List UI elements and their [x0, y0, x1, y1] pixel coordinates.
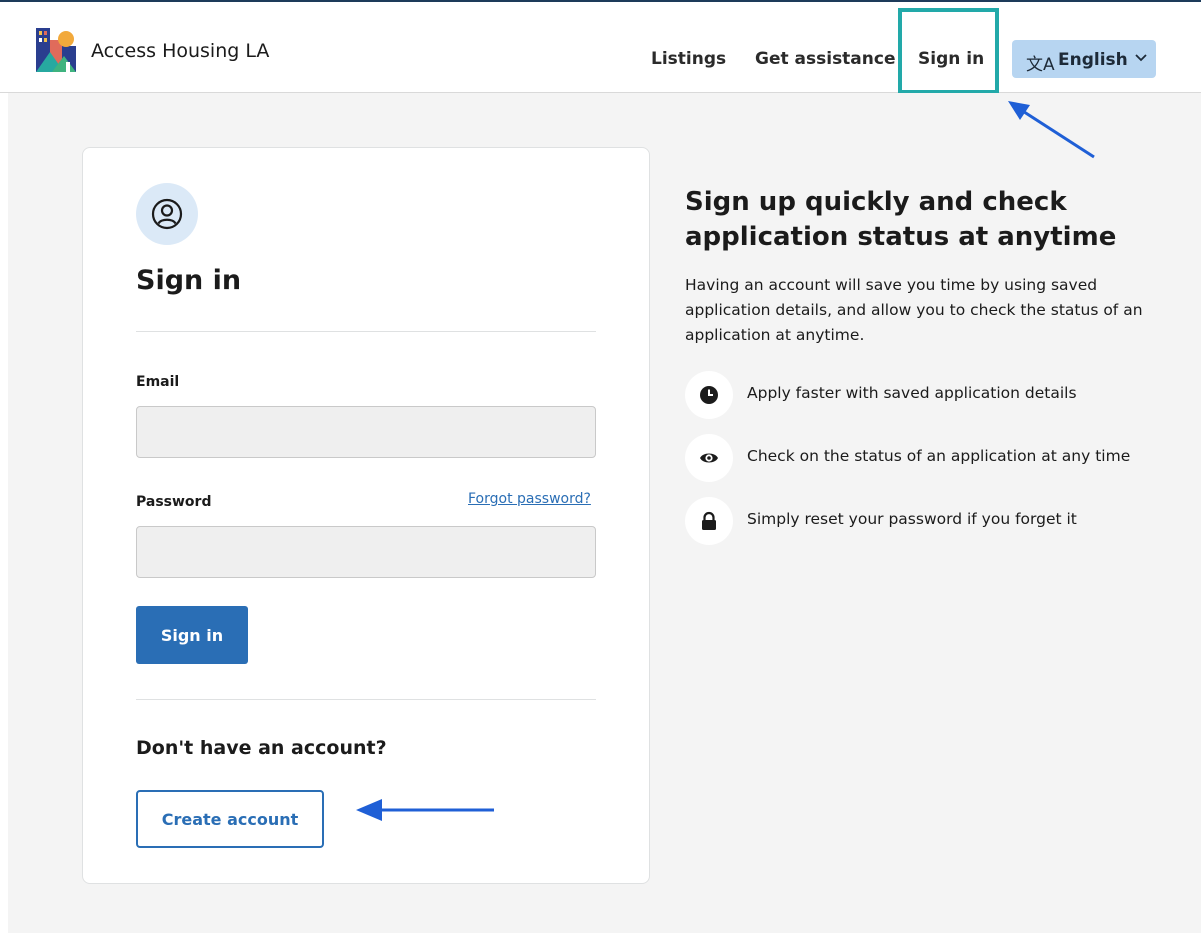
signin-title: Sign in [136, 265, 242, 296]
site-header: Access Housing LA Listings Get assistanc… [0, 2, 1201, 94]
signin-card: Sign in Email Password Forgot password? … [82, 147, 650, 884]
forgot-password-link[interactable]: Forgot password? [468, 491, 591, 507]
email-field[interactable] [136, 406, 596, 458]
benefit-text: Apply faster with saved application deta… [747, 384, 1077, 402]
logo-icon[interactable] [36, 28, 76, 72]
annotation-arrow-left [356, 799, 494, 821]
password-field[interactable] [136, 526, 596, 578]
benefit-item: Simply reset your password if you forget… [685, 497, 1185, 545]
create-account-button[interactable]: Create account [136, 790, 324, 848]
nav-listings[interactable]: Listings [651, 49, 726, 69]
language-label: English [1058, 50, 1128, 70]
nav-sign-in[interactable]: Sign in [918, 49, 984, 69]
divider [136, 699, 596, 700]
password-label: Password [136, 494, 212, 510]
nav-get-assistance[interactable]: Get assistance [755, 49, 896, 69]
lock-icon [685, 497, 733, 545]
benefit-text: Check on the status of an application at… [747, 447, 1131, 465]
annotation-arrow-up [1008, 101, 1095, 159]
email-label: Email [136, 374, 180, 390]
brand-name[interactable]: Access Housing LA [91, 40, 269, 62]
translate-icon: 文A [1026, 55, 1055, 75]
benefit-text: Simply reset your password if you forget… [747, 510, 1077, 528]
eye-icon [685, 434, 733, 482]
promo-title: Sign up quickly and check application st… [685, 187, 1117, 252]
no-account-heading: Don't have an account? [136, 737, 387, 759]
user-icon [151, 198, 183, 230]
benefit-item: Apply faster with saved application deta… [685, 371, 1185, 419]
divider [136, 331, 596, 332]
promo-description: Having an account will save you time by … [685, 276, 1143, 344]
language-selector[interactable]: 文A English [1012, 40, 1156, 78]
avatar [136, 183, 198, 245]
benefit-item: Check on the status of an application at… [685, 434, 1185, 482]
sign-in-button[interactable]: Sign in [136, 606, 248, 664]
clock-icon [685, 371, 733, 419]
chevron-down-icon [1135, 54, 1147, 62]
